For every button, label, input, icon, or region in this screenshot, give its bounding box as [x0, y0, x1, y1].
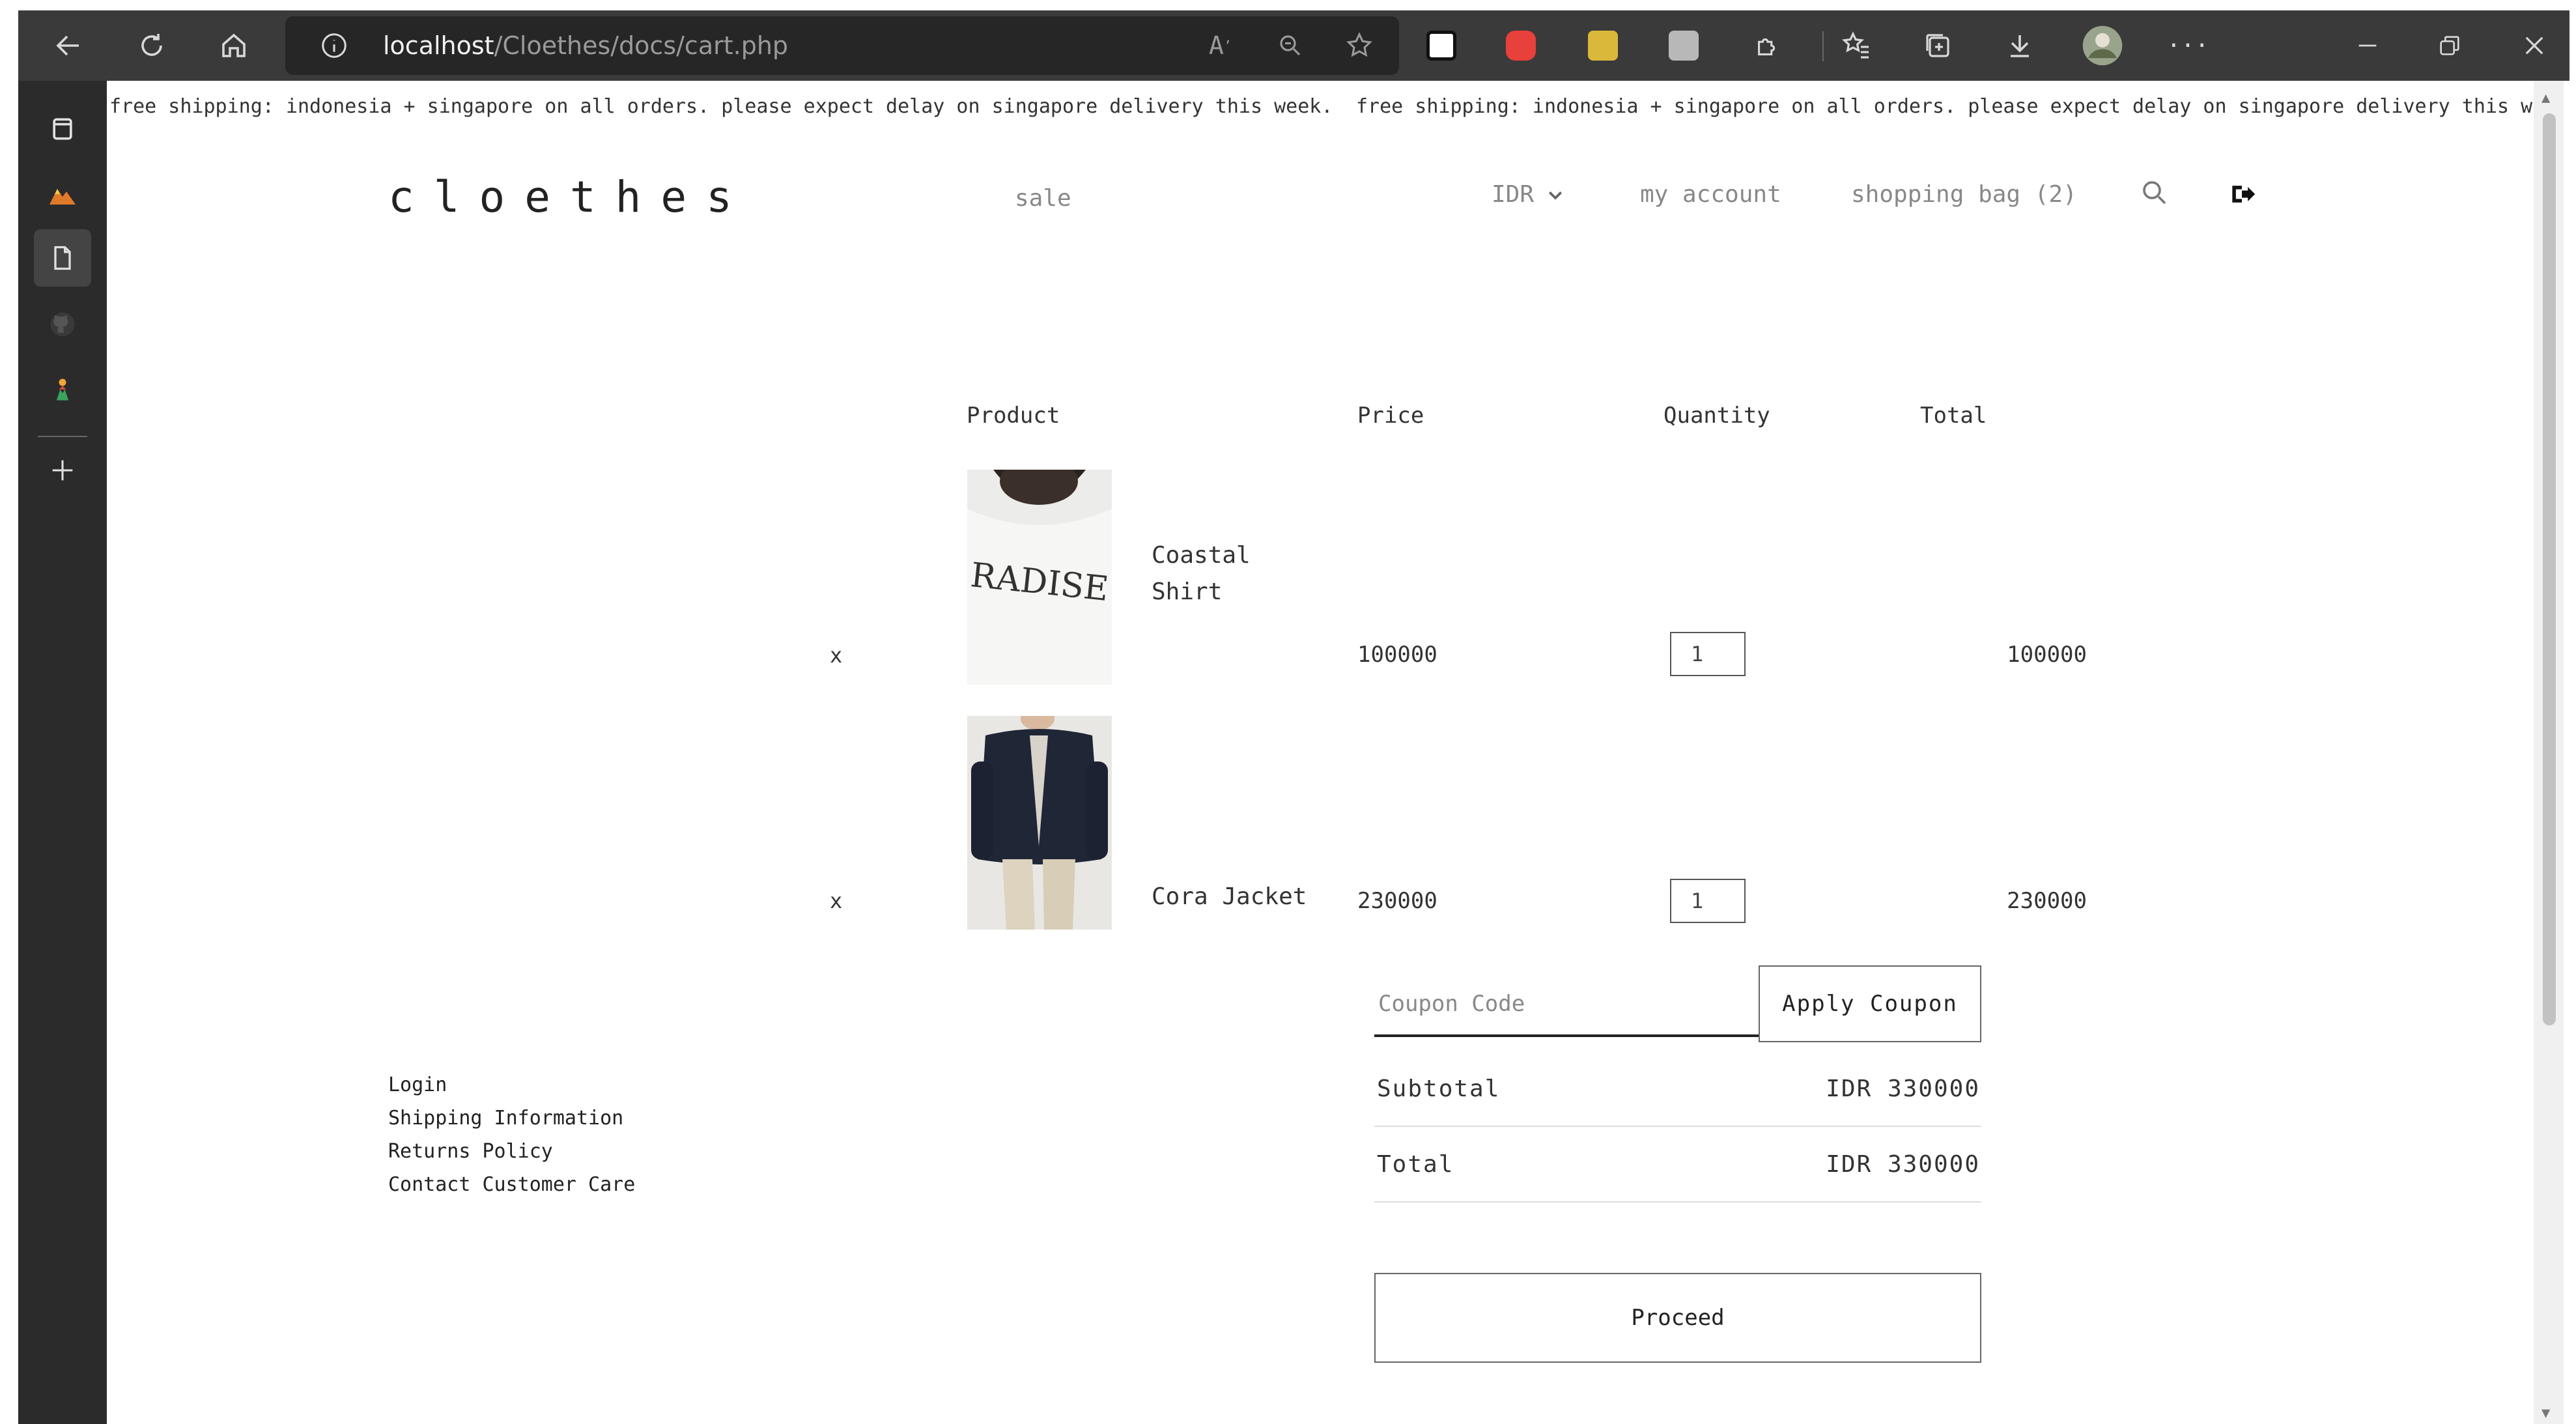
chevron-down-icon [1548, 191, 1563, 200]
product-name[interactable]: Coastal Shirt [1152, 537, 1251, 610]
url-host: localhost [383, 31, 494, 60]
sidebar-divider [38, 436, 87, 437]
url-path: /Cloethes/docs/cart.php [494, 31, 789, 60]
footer-link-returns-policy[interactable]: Returns Policy [388, 1135, 635, 1168]
total-value: IDR 330000 [1826, 1150, 1980, 1178]
footer-link-login[interactable]: Login [388, 1068, 635, 1102]
read-aloud-icon[interactable]: Aʼ [1209, 16, 1232, 75]
scroll-down-arrow-icon[interactable]: ▼ [2541, 1405, 2550, 1421]
restore-window-icon[interactable] [2428, 10, 2471, 81]
red-extension-icon[interactable] [1506, 31, 1536, 61]
item-total: 100000 [2007, 642, 2087, 668]
notion-extension-icon[interactable] [1426, 31, 1456, 61]
window-frame-left [0, 0, 18, 1424]
shipping-banner-repeat: free shipping: indonesia + singapore on … [1356, 95, 2534, 118]
column-header-price: Price [1357, 403, 1424, 429]
scroll-up-arrow-icon[interactable]: ▲ [2541, 90, 2550, 106]
back-arrow-icon[interactable] [47, 10, 90, 81]
cora-jacket-image[interactable] [967, 716, 1112, 930]
quantity-input[interactable] [1670, 879, 1746, 923]
total-row: Total IDR 330000 [1374, 1127, 1981, 1203]
tab-actions-icon[interactable] [18, 103, 107, 155]
toolbar-divider [1822, 31, 1824, 61]
product-name-line-1: Coastal [1152, 542, 1251, 569]
page-document-icon[interactable] [18, 232, 107, 284]
product-name-line-2: Shirt [1152, 578, 1223, 605]
footer-links: Login Shipping Information Returns Polic… [388, 1068, 635, 1201]
proceed-button[interactable]: Proceed [1374, 1273, 1981, 1363]
product-name[interactable]: Cora Jacket [1152, 879, 1307, 915]
remove-item-button[interactable]: x [830, 643, 842, 668]
footer-link-contact-customer-care[interactable]: Contact Customer Care [388, 1168, 635, 1201]
scrollbar-thumb[interactable] [2543, 113, 2556, 1025]
home-icon[interactable] [212, 10, 255, 81]
more-options-icon[interactable]: ··· [2166, 10, 2209, 81]
currency-select[interactable]: IDR [1492, 181, 1565, 208]
yellow-extension-icon[interactable] [1588, 31, 1618, 61]
item-price: 100000 [1357, 642, 1437, 668]
shopping-bag-link[interactable]: shopping bag (2) [1851, 181, 2077, 208]
mountain-app-icon[interactable] [18, 168, 107, 220]
github-icon[interactable] [18, 298, 107, 350]
minimize-icon[interactable] [2346, 10, 2389, 81]
gray-extension-icon[interactable] [1669, 31, 1699, 61]
item-total: 230000 [2007, 888, 2087, 914]
coupon-code-input[interactable] [1374, 973, 1817, 1037]
footer-link-shipping-information[interactable]: Shipping Information [388, 1102, 635, 1135]
site-logo[interactable]: cloethes [388, 172, 752, 222]
shipping-banner: free shipping: indonesia + singapore on … [109, 95, 1333, 118]
downloads-icon[interactable] [1998, 10, 2041, 81]
item-price: 230000 [1357, 888, 1437, 914]
search-icon[interactable] [2139, 177, 2170, 211]
read-aloud-label: A [1209, 31, 1224, 60]
coastal-shirt-image[interactable]: RADISE [967, 470, 1112, 685]
apply-coupon-button[interactable]: Apply Coupon [1759, 965, 1981, 1042]
profile-avatar-icon[interactable] [2079, 10, 2126, 81]
collections-icon[interactable] [1916, 10, 1959, 81]
figure-app-icon[interactable] [18, 363, 107, 416]
extensions-puzzle-icon[interactable] [1748, 10, 1787, 81]
nav-sale-link[interactable]: sale [1015, 185, 1071, 212]
browser-sidebar [18, 81, 107, 1424]
url-text: localhost/Cloethes/docs/cart.php [383, 16, 788, 75]
close-window-icon[interactable] [2513, 10, 2556, 81]
address-bar[interactable]: localhost/Cloethes/docs/cart.php Aʼ [285, 16, 1399, 75]
column-header-product: Product [967, 403, 1060, 429]
logout-icon[interactable] [2228, 180, 2256, 211]
add-sidebar-app-icon[interactable] [18, 444, 107, 496]
quantity-input[interactable] [1670, 632, 1746, 676]
total-label: Total [1377, 1150, 1454, 1178]
site-info-icon[interactable] [319, 31, 349, 61]
window-frame-top [0, 0, 2576, 10]
zoom-out-icon[interactable] [1277, 16, 1304, 75]
column-header-total: Total [1920, 403, 1987, 429]
subtotal-value: IDR 330000 [1826, 1075, 1980, 1102]
subtotal-row: Subtotal IDR 330000 [1374, 1051, 1981, 1127]
favorites-icon[interactable] [1835, 10, 1878, 81]
web-page: free shipping: indonesia + singapore on … [107, 81, 2534, 1424]
refresh-icon[interactable] [130, 10, 173, 81]
column-header-quantity: Quantity [1663, 403, 1770, 429]
currency-value: IDR [1492, 181, 1535, 208]
remove-item-button[interactable]: x [830, 889, 842, 913]
browser-toolbar: localhost/Cloethes/docs/cart.php Aʼ ··· [18, 10, 2569, 81]
my-account-link[interactable]: my account [1640, 181, 1781, 208]
page-scrollbar[interactable]: ▲ ▼ [2534, 81, 2564, 1424]
subtotal-label: Subtotal [1377, 1075, 1501, 1102]
add-favorite-icon[interactable] [1344, 16, 1374, 75]
